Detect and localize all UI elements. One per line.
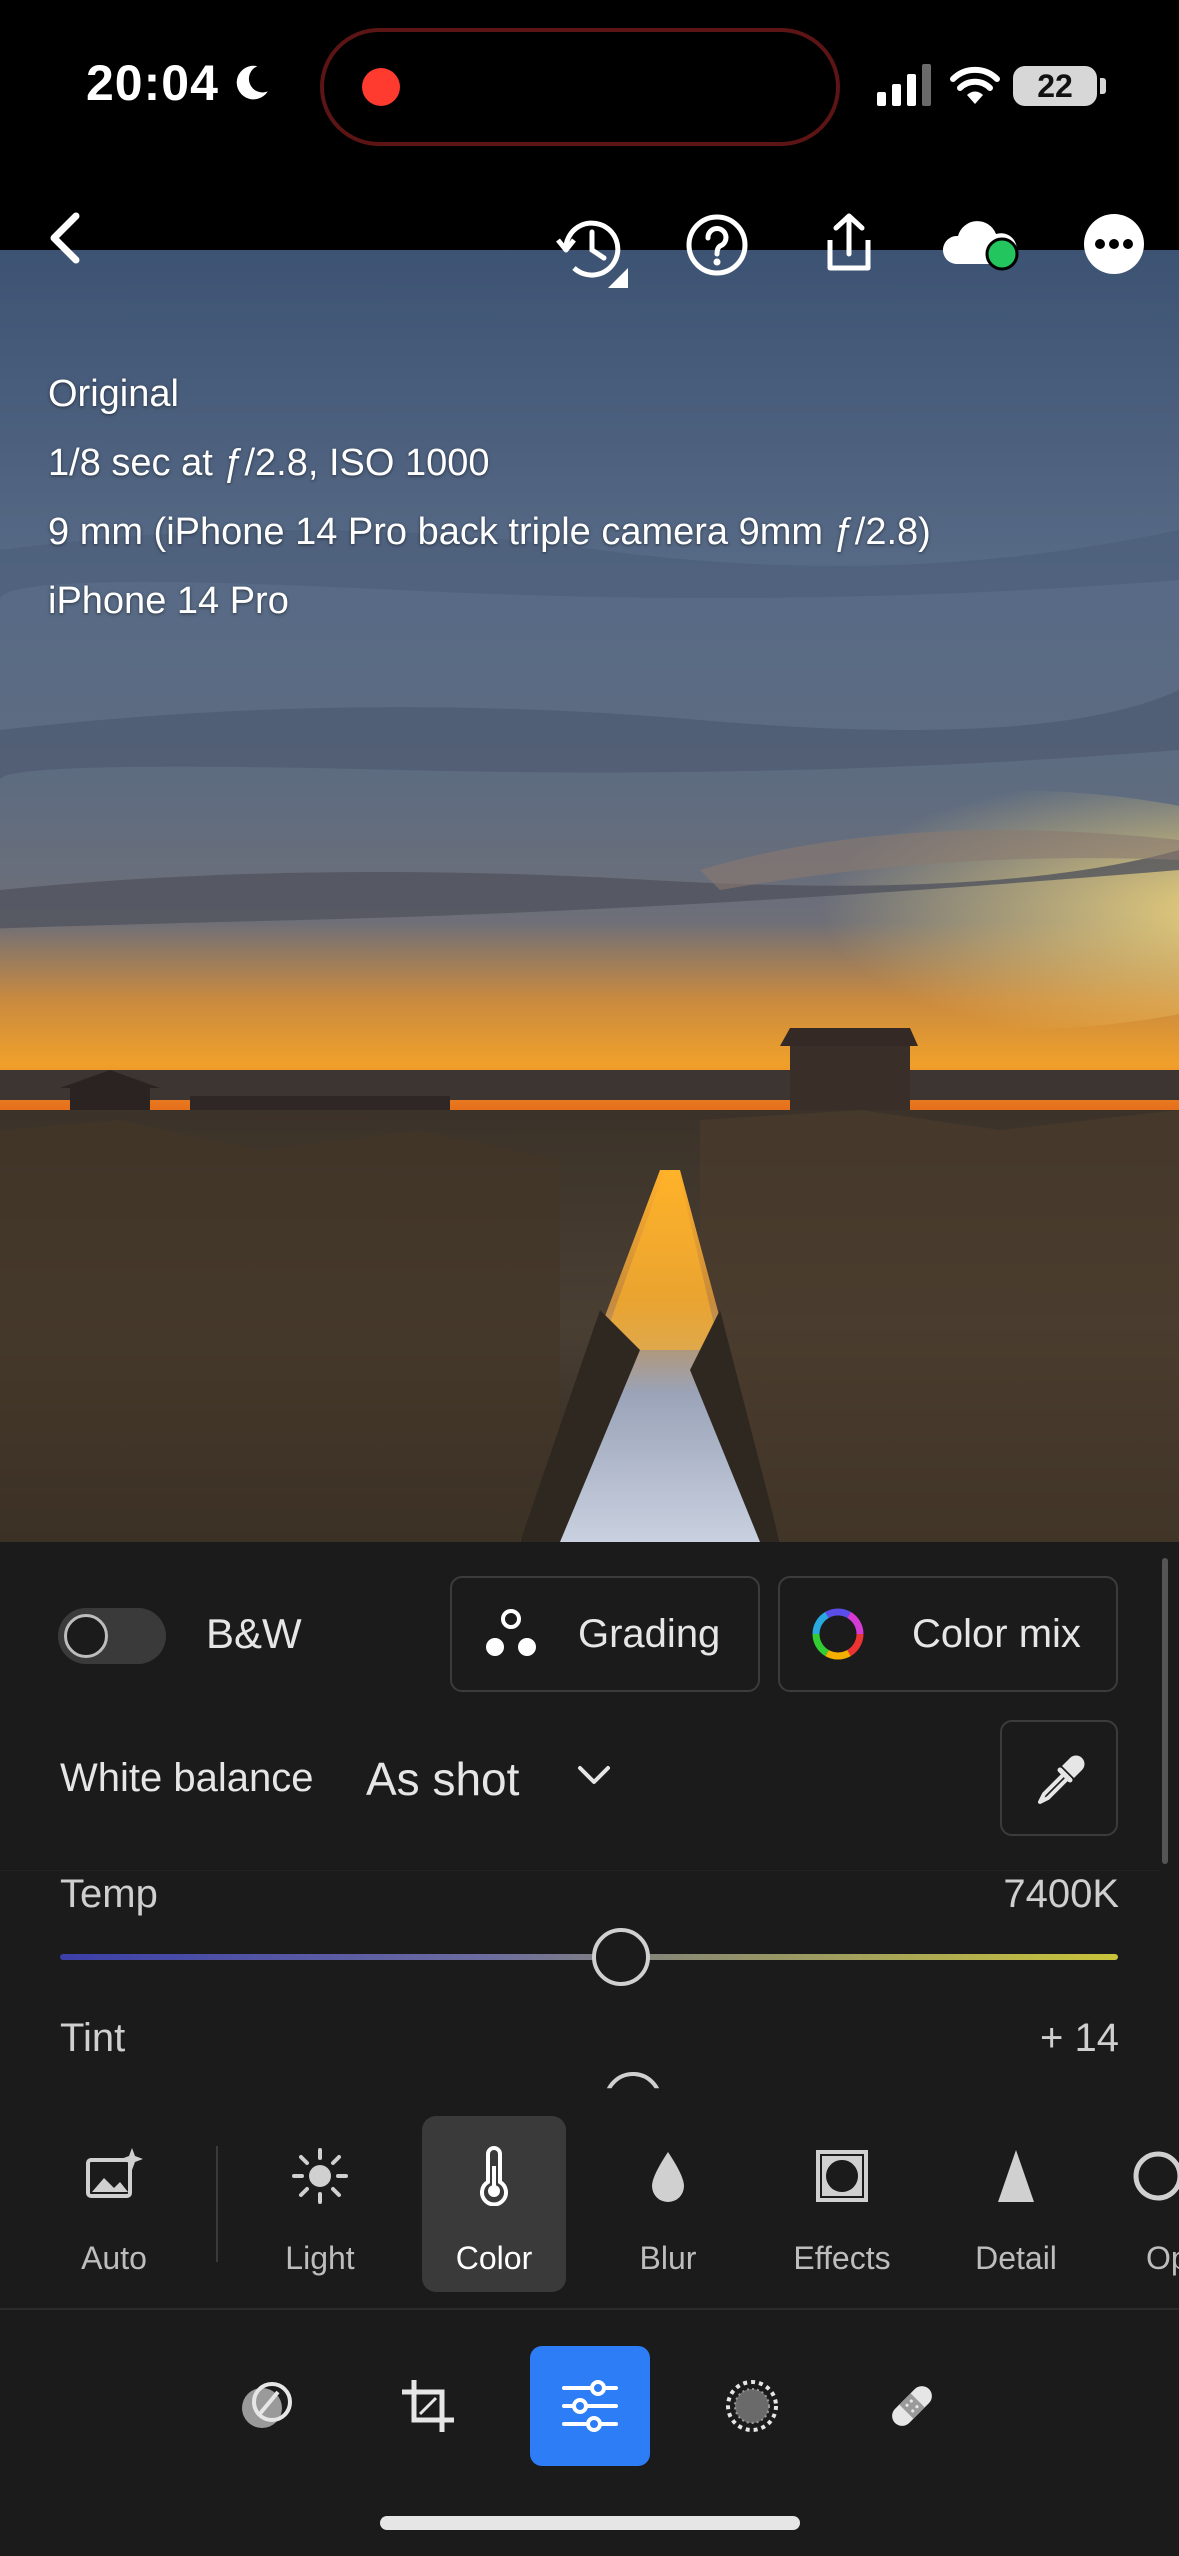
tool-optics[interactable]: Op — [1118, 2116, 1179, 2292]
help-icon[interactable] — [684, 212, 750, 278]
bw-label: B&W — [206, 1610, 302, 1657]
tool-blur[interactable]: Blur — [596, 2116, 740, 2292]
tool-label: Light — [285, 2240, 355, 2276]
grading-label: Grading — [578, 1611, 721, 1656]
tint-label: Tint — [60, 2016, 126, 2060]
tool-effects[interactable]: Effects — [770, 2116, 914, 2292]
bw-toggle-knob — [64, 1614, 108, 1658]
tool-label: Effects — [793, 2240, 891, 2276]
edit-sliders-icon — [562, 2380, 618, 2432]
triangle-icon — [998, 2150, 1034, 2202]
color-mix-button[interactable]: Color mix — [778, 1576, 1118, 1692]
drop-icon — [652, 2152, 684, 2202]
color-mix-label: Color mix — [912, 1611, 1081, 1656]
white-balance-label: White balance — [60, 1756, 314, 1800]
chevron-down-icon[interactable] — [576, 1764, 612, 1788]
white-balance-dropdown[interactable]: As shot — [366, 1752, 519, 1806]
tool-color[interactable]: Color — [422, 2116, 566, 2292]
more-icon[interactable] — [1082, 212, 1146, 276]
optics-icon — [1133, 2151, 1179, 2201]
auto-enhance-icon — [86, 2148, 143, 2198]
masking-icon — [726, 2380, 778, 2432]
sun-icon — [292, 2148, 348, 2204]
moon-icon — [236, 65, 268, 100]
battery-indicator: 22 — [1013, 66, 1097, 106]
bw-toggle[interactable] — [58, 1608, 166, 1664]
info-line-lens: 9 mm (iPhone 14 Pro back triple camera 9… — [48, 511, 931, 553]
vignette-icon — [816, 2150, 868, 2202]
tool-light[interactable]: Light — [248, 2116, 392, 2292]
tool-auto[interactable]: Auto — [42, 2116, 186, 2292]
tool-label: Auto — [81, 2240, 147, 2276]
mode-masking[interactable] — [692, 2346, 812, 2466]
mode-edit[interactable] — [530, 2346, 650, 2466]
thermometer-icon — [480, 2146, 508, 2206]
color-wheel-icon — [812, 1608, 864, 1660]
cloud-sync-icon[interactable] — [940, 216, 1024, 276]
battery-tip — [1100, 78, 1106, 94]
mode-healing[interactable] — [852, 2346, 972, 2466]
info-line-original: Original — [48, 373, 179, 415]
tool-label: Blur — [639, 2240, 697, 2276]
tint-value[interactable]: + 14 — [1040, 2016, 1119, 2061]
status-time: 20:04 — [86, 55, 219, 111]
mode-crop[interactable] — [368, 2346, 488, 2466]
tool-label: Op — [1146, 2240, 1179, 2276]
back-icon[interactable] — [42, 210, 88, 266]
wifi-icon — [950, 66, 1000, 104]
grading-button[interactable]: Grading — [450, 1576, 760, 1692]
grading-icon — [486, 1609, 536, 1656]
info-line-camera: iPhone 14 Pro — [48, 580, 289, 622]
tool-label: Color — [455, 2240, 533, 2276]
temp-label: Temp — [60, 1872, 158, 1916]
tool-separator — [216, 2146, 218, 2262]
history-icon[interactable] — [552, 212, 632, 292]
temp-value[interactable]: 7400K — [1003, 1872, 1119, 1917]
eyedropper-button[interactable] — [1000, 1720, 1118, 1836]
share-icon[interactable] — [816, 210, 882, 276]
presets-icon — [242, 2382, 292, 2428]
info-line-exposure: 1/8 sec at ƒ/2.8, ISO 1000 — [48, 442, 490, 484]
screen-recording-indicator[interactable] — [320, 28, 840, 146]
tool-detail[interactable]: Detail — [944, 2116, 1088, 2292]
temp-slider-thumb[interactable] — [591, 1928, 650, 1986]
healing-icon — [892, 2386, 932, 2426]
tool-label: Detail — [975, 2240, 1057, 2276]
cellular-signal-icon — [877, 64, 931, 106]
eyedropper-icon — [1038, 1755, 1085, 1804]
home-indicator[interactable] — [380, 2516, 800, 2530]
panel-scrollbar[interactable] — [1162, 1558, 1168, 1864]
photo-info-overlay: Original 1/8 sec at ƒ/2.8, ISO 1000 9 mm… — [48, 360, 931, 636]
crop-icon — [402, 2380, 454, 2432]
temp-slider-track[interactable] — [60, 1954, 1118, 1960]
mode-presets[interactable] — [206, 2346, 326, 2466]
recording-dot-icon — [362, 68, 400, 106]
panel-divider — [0, 1870, 1160, 1871]
